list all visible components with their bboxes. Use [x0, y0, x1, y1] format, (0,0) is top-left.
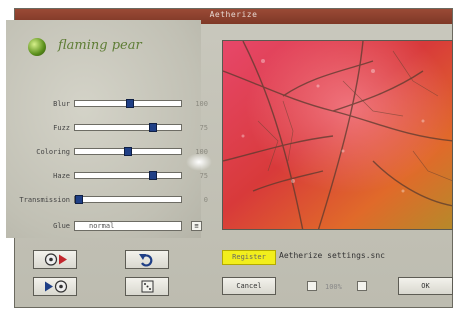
- slider-label: Blur: [53, 100, 70, 108]
- haze-slider[interactable]: [74, 171, 182, 180]
- flaming-pear-logo-icon: [28, 38, 46, 56]
- slider-value: 0: [203, 196, 208, 204]
- undo-arrow-icon: [139, 254, 153, 267]
- zoom-checkbox-left[interactable]: [307, 281, 317, 291]
- slider-thumb[interactable]: [149, 123, 158, 132]
- autumn-branches-image: [223, 41, 452, 229]
- slider-label: Fuzz: [53, 124, 70, 132]
- ok-button[interactable]: OK: [398, 277, 453, 295]
- undo-button[interactable]: [125, 250, 169, 269]
- slider-thumb[interactable]: [124, 147, 132, 156]
- random-button[interactable]: [125, 277, 169, 296]
- brand-name: flaming pear: [58, 38, 142, 53]
- slider-label: Transmission: [19, 196, 70, 204]
- disk-play-icon: [44, 253, 67, 266]
- dice-icon: [141, 280, 154, 293]
- transmission-slider[interactable]: [74, 195, 182, 204]
- play-disk-icon: [45, 280, 68, 293]
- slider-thumb[interactable]: [75, 195, 84, 204]
- save-settings-button[interactable]: [33, 277, 77, 296]
- fuzz-slider[interactable]: [74, 123, 182, 132]
- zoom-label: 100%: [325, 283, 342, 291]
- glue-label: Glue: [53, 222, 70, 230]
- load-settings-button[interactable]: [33, 250, 77, 269]
- window-title: Aetherize: [209, 10, 258, 19]
- slider-value: 75: [199, 124, 208, 132]
- slider-label: Haze: [53, 172, 70, 180]
- cancel-button[interactable]: Cancel: [222, 277, 276, 295]
- glue-select[interactable]: normal: [74, 221, 182, 231]
- preview-image[interactable]: [222, 40, 453, 230]
- coloring-slider[interactable]: [74, 147, 182, 156]
- slider-thumb[interactable]: [149, 171, 158, 180]
- slider-value: 75: [199, 172, 208, 180]
- slider-thumb[interactable]: [126, 99, 135, 108]
- blur-slider[interactable]: [74, 99, 182, 108]
- glue-dropdown-button[interactable]: ≡: [191, 221, 202, 231]
- zoom-checkbox-right[interactable]: [357, 281, 367, 291]
- slider-label: Coloring: [36, 148, 70, 156]
- slider-value: 100: [195, 100, 208, 108]
- register-button[interactable]: Register: [222, 250, 276, 265]
- highlight-glow: [186, 153, 212, 171]
- settings-filename: Aetherize settings.snc: [279, 251, 385, 260]
